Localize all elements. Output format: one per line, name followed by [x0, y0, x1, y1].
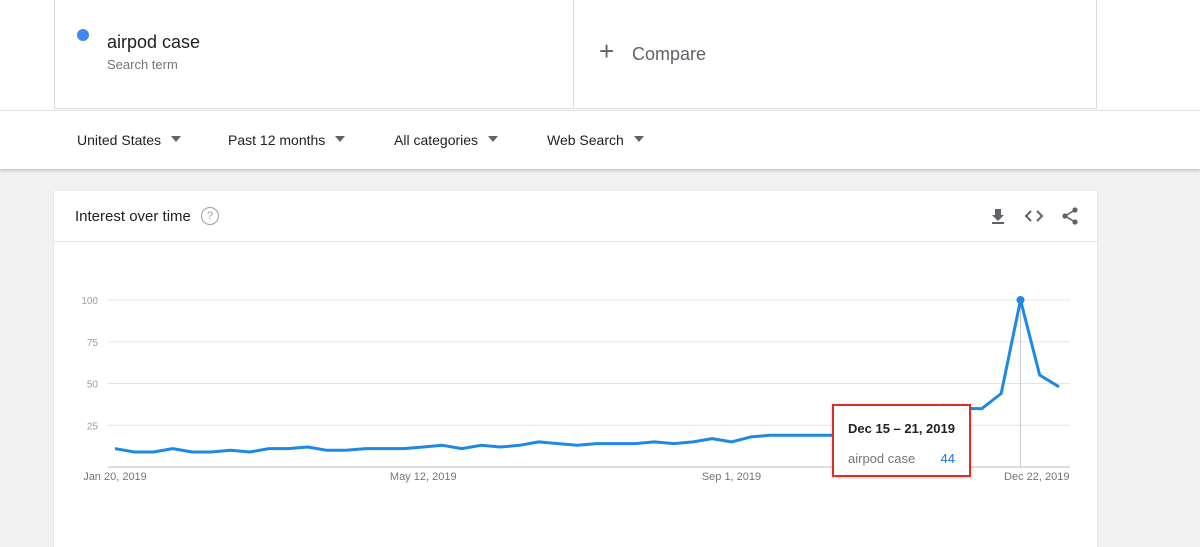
- x-tick-label: Jan 20, 2019: [83, 471, 147, 483]
- tooltip-date: Dec 15 – 21, 2019: [848, 421, 955, 436]
- y-tick-label: 25: [87, 421, 99, 432]
- x-tick-label: Sep 1, 2019: [702, 471, 761, 483]
- highlighted-data-point[interactable]: [1016, 296, 1025, 304]
- data-tooltip: Dec 15 – 21, 2019 airpod case 44: [832, 404, 971, 477]
- tooltip-value: 44: [940, 451, 955, 466]
- y-tick-label: 50: [87, 380, 99, 391]
- x-tick-label: May 12, 2019: [390, 471, 457, 483]
- tooltip-term: airpod case: [848, 451, 916, 466]
- chart-point-markers: [1016, 296, 1025, 304]
- interest-chart[interactable]: 25 50 75 100 Jan 20, 2019 May 12, 2019 Sep 1,…: [0, 0, 1200, 547]
- y-tick-label: 100: [81, 296, 98, 307]
- x-tick-label: Dec 22, 2019: [1004, 471, 1069, 483]
- chart-y-tick-labels: 25 50 75 100: [81, 296, 98, 432]
- y-tick-label: 75: [87, 338, 99, 349]
